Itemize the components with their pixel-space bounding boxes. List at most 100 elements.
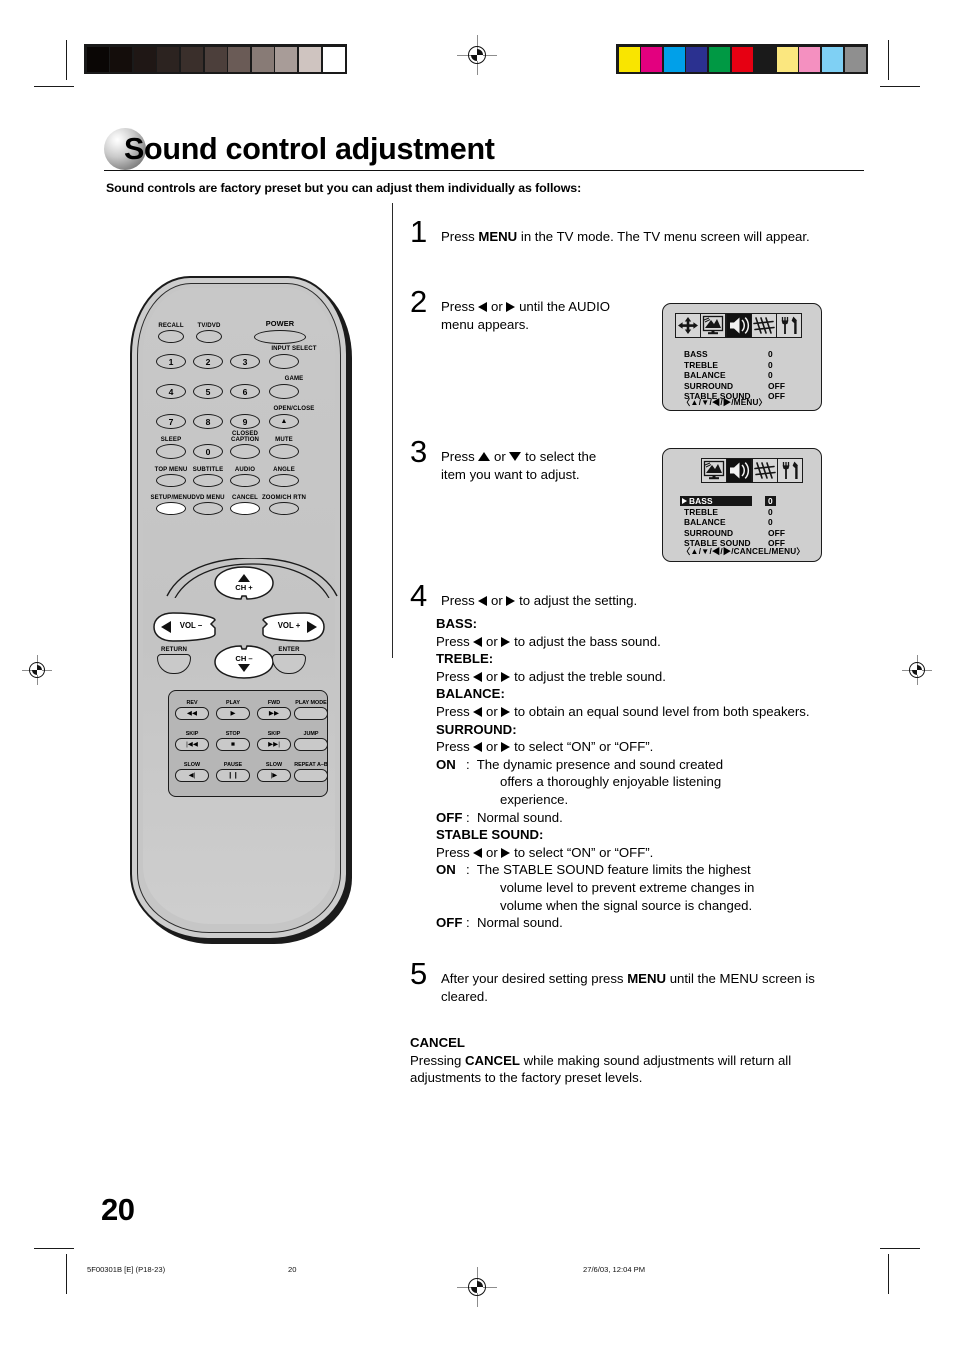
skip-forward-icon-button[interactable]: ▶▶|: [257, 738, 291, 751]
top-menu-button[interactable]: [156, 474, 186, 487]
volume-down-button[interactable]: VOL –: [153, 612, 217, 642]
cancel-button[interactable]: [230, 502, 260, 515]
crop-mark-right-top: [880, 86, 920, 88]
tv-menu-row-value: 0: [768, 496, 773, 506]
cursor-arrow-icon: [682, 498, 687, 504]
key-0-button[interactable]: 0: [193, 444, 223, 459]
key-4-button[interactable]: 4: [156, 384, 186, 399]
key-2-button[interactable]: 2: [193, 354, 223, 369]
tv-menu-row-label: SURROUND: [684, 527, 734, 538]
column-divider: [392, 203, 393, 658]
antenna-icon[interactable]: [751, 314, 776, 337]
angle-button[interactable]: [269, 474, 299, 487]
color-swatch-2: [663, 46, 685, 72]
transport-label: PLAY MODE: [295, 700, 327, 706]
setup-menu-button[interactable]: [156, 502, 186, 515]
key-9-button[interactable]: 9: [230, 414, 260, 429]
transport-play-mode-button[interactable]: [294, 707, 328, 720]
key-8-button[interactable]: 8: [193, 414, 223, 429]
closed-caption-label: CLOSED CAPTION: [230, 430, 260, 444]
play-icon: ▶: [230, 710, 236, 718]
sleep-button[interactable]: [156, 444, 186, 459]
key-5-button[interactable]: 5: [193, 384, 223, 399]
power-label: POWER: [265, 319, 295, 328]
pause-icon-button[interactable]: ❙❙: [216, 769, 250, 782]
input-select-button[interactable]: [269, 354, 299, 369]
enter-button[interactable]: [272, 654, 306, 674]
transport-repeat-a-b-button[interactable]: [294, 769, 328, 782]
key-8-label: 8: [205, 417, 211, 427]
grayscale-swatch-4: [180, 46, 203, 72]
crop-mark-bottom-right: [888, 1254, 890, 1294]
nav-arrows-icon[interactable]: [676, 314, 700, 337]
key-3-button[interactable]: 3: [230, 354, 260, 369]
key-0-label: 0: [205, 447, 211, 457]
zoom-ch-rtn-label: ZOOM/CH RTN: [261, 494, 307, 501]
enter-label: ENTER: [278, 646, 300, 653]
fast-forward-icon-button[interactable]: ▶▶: [257, 707, 291, 720]
slow-back-icon: ◀|: [188, 772, 196, 780]
rewind-icon: ◀◀: [186, 710, 198, 718]
return-button[interactable]: [157, 654, 191, 674]
tvdvd-button[interactable]: [196, 330, 222, 343]
tv-menu-row-value: 0: [768, 517, 773, 528]
audio-button[interactable]: [230, 474, 260, 487]
color-swatch-5: [731, 46, 753, 72]
registration-mark-left: [22, 655, 52, 685]
color-swatch-7: [776, 46, 798, 72]
recall-button[interactable]: [158, 330, 184, 343]
tools-icon[interactable]: [777, 314, 802, 337]
return-label: RETURN: [161, 646, 187, 653]
transport-label: SLOW: [265, 762, 283, 768]
speaker-icon[interactable]: [726, 314, 751, 337]
game-button[interactable]: [269, 384, 299, 399]
key-1-button[interactable]: 1: [156, 354, 186, 369]
crop-mark-top-right: [888, 40, 890, 80]
page-title: Sound control adjustment: [104, 126, 864, 172]
step-3-number: 3: [410, 434, 428, 469]
crop-mark-bottom-left: [66, 1254, 68, 1294]
closed-caption-button[interactable]: [230, 444, 260, 459]
key-7-label: 7: [168, 417, 174, 427]
color-swatch-4: [708, 46, 730, 72]
skip-back-icon: |◀◀: [186, 741, 198, 749]
tv-menu-row-value: OFF: [768, 527, 786, 538]
tv-menu-icon-row: [675, 313, 803, 338]
transport-jump-button[interactable]: [294, 738, 328, 751]
tv-menu-screen-audio: BASS 0 TREBLE 0 BALANCE 0 SURROUND OFF STABLE SO…: [662, 303, 822, 411]
subtitle-button[interactable]: [193, 474, 223, 487]
skip-back-icon-button[interactable]: |◀◀: [175, 738, 209, 751]
key-1-label: 1: [168, 357, 174, 367]
volume-up-button[interactable]: VOL +: [261, 612, 325, 642]
open-close-button[interactable]: ▲: [269, 414, 299, 429]
grayscale-swatch-7: [251, 46, 274, 72]
play-icon-button[interactable]: ▶: [216, 707, 250, 720]
picture-icon[interactable]: [702, 459, 726, 482]
color-swatch-8: [799, 46, 821, 72]
slow-forward-icon-button[interactable]: |▶: [257, 769, 291, 782]
key-6-button[interactable]: 6: [230, 384, 260, 399]
key-3-label: 3: [242, 357, 248, 367]
step-4-details: BASS: Press or to adjust the bass sound. T…: [436, 616, 810, 931]
key-5-label: 5: [205, 387, 211, 397]
open-close-label: OPEN/CLOSE: [273, 405, 315, 412]
mute-button[interactable]: [269, 444, 299, 459]
picture-icon[interactable]: [701, 314, 726, 337]
transport-label: STOP: [225, 731, 241, 737]
slow-back-icon-button[interactable]: ◀|: [175, 769, 209, 782]
channel-up-button[interactable]: CH +: [214, 566, 274, 600]
dvd-menu-button[interactable]: [193, 502, 223, 515]
tv-menu-row-value: 0: [768, 370, 773, 381]
zoom-ch-rtn-button[interactable]: [269, 502, 299, 515]
speaker-icon[interactable]: [727, 459, 752, 482]
power-button[interactable]: [254, 330, 306, 344]
remote-control-illustration: RECALL TV/DVD POWER 1 2 3 INPUT SELECT 4: [130, 276, 356, 948]
rewind-icon-button[interactable]: ◀◀: [175, 707, 209, 720]
color-swatch-6: [754, 46, 776, 72]
stop-icon-button[interactable]: ■: [216, 738, 250, 751]
tools-icon[interactable]: [777, 459, 802, 482]
antenna-icon[interactable]: [752, 459, 777, 482]
key-7-button[interactable]: 7: [156, 414, 186, 429]
tv-menu-row-value: OFF: [768, 380, 786, 391]
mute-label: MUTE: [275, 436, 293, 443]
